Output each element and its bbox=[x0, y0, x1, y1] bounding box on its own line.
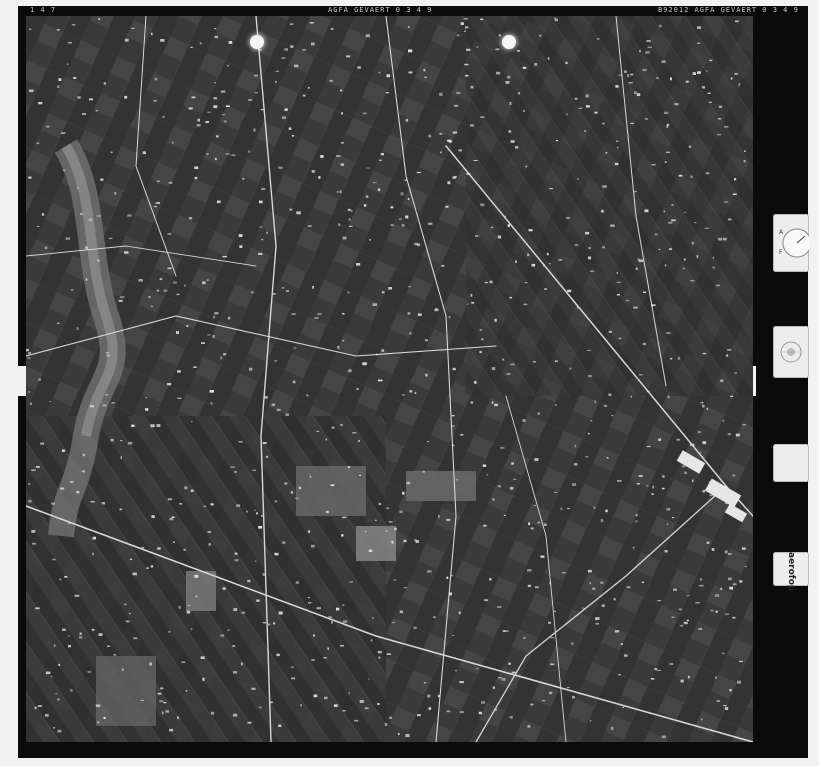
aerial-photograph-svg bbox=[26, 16, 753, 742]
svg-text:A: A bbox=[779, 229, 784, 236]
fiducial-mark-right bbox=[502, 35, 516, 49]
film-edge-code-left: 1 4 7 bbox=[30, 6, 57, 14]
film-edge-code-right: B92012 AGFA GEVAERT 0 3 4 9 bbox=[658, 6, 799, 14]
fiducial-mark-left bbox=[250, 35, 264, 49]
blank-clock-icon bbox=[773, 444, 809, 482]
aerial-photograph: 130 bbox=[26, 16, 753, 742]
bubble-level-icon bbox=[773, 326, 809, 378]
altimeter-dial-icon: A F bbox=[773, 214, 812, 272]
film-edge-code-center: AGFA GEVAERT 0 3 4 9 bbox=[328, 6, 433, 14]
brand-label: aerofop bbox=[786, 552, 796, 592]
brand-label-plate: aerofop bbox=[773, 552, 809, 592]
svg-text:F: F bbox=[779, 249, 783, 256]
